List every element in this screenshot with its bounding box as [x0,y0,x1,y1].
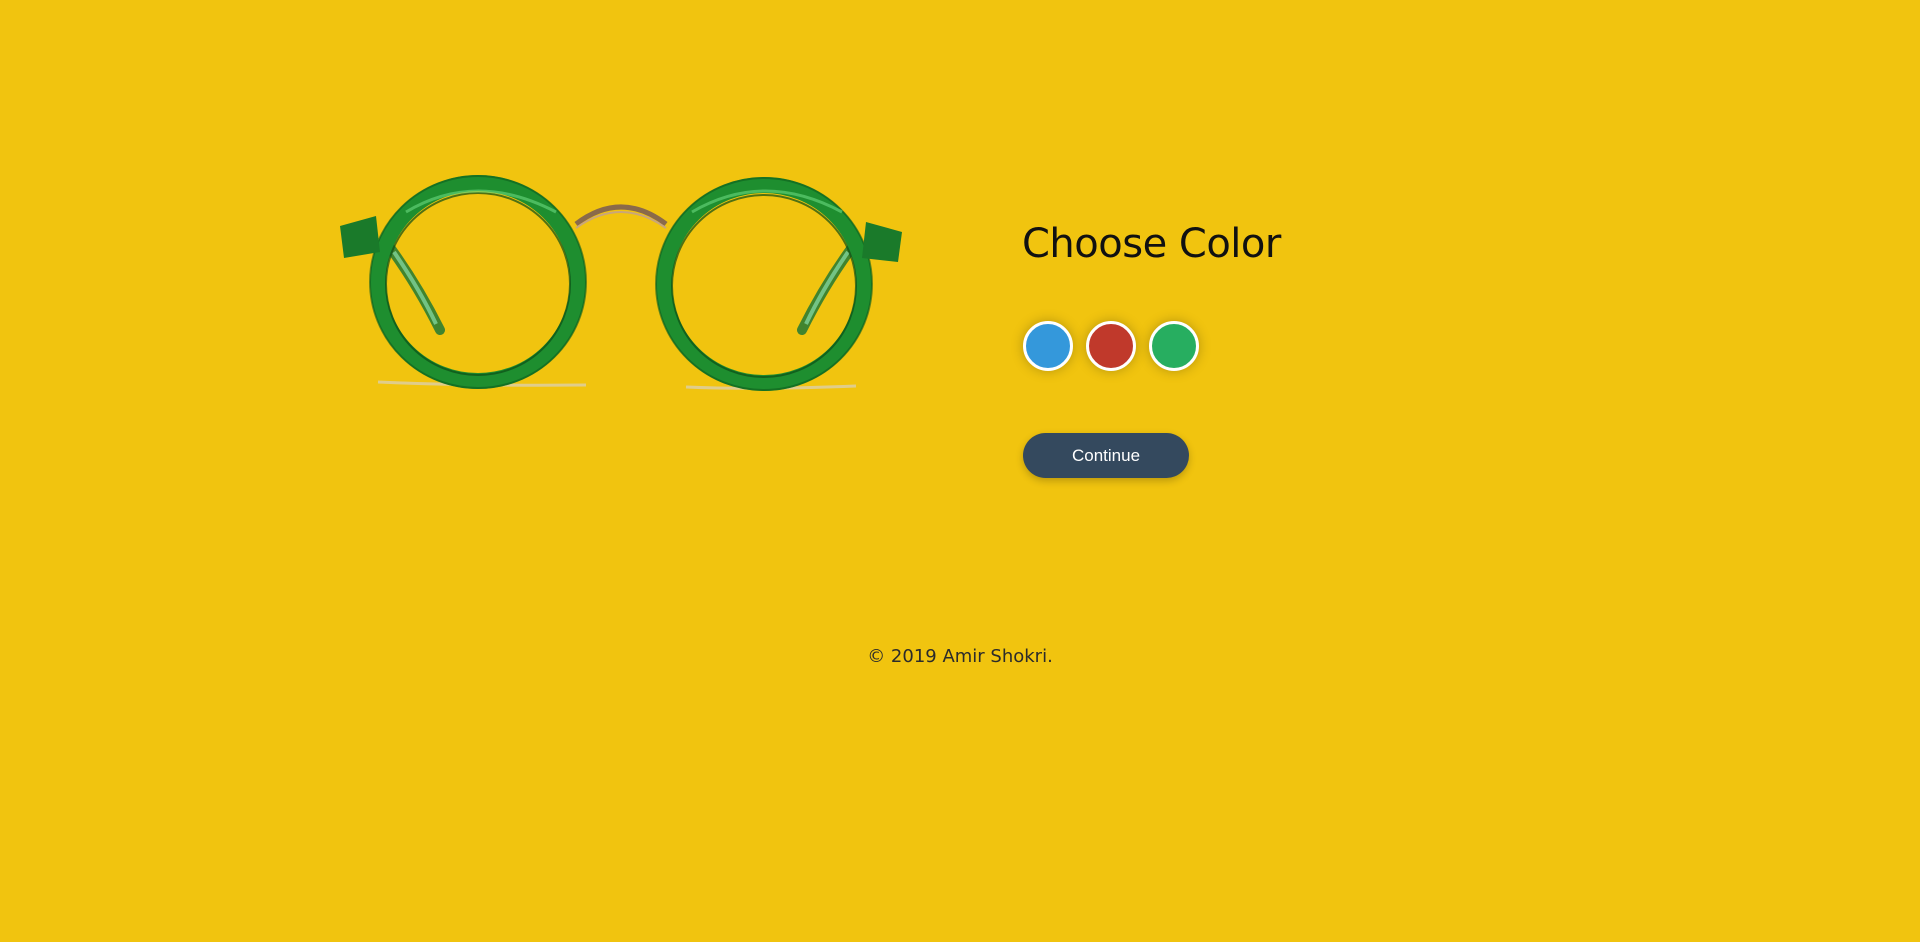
glasses-product-image [336,172,906,398]
continue-button[interactable]: Continue [1023,433,1189,478]
swatch-green[interactable] [1149,321,1199,371]
page-title: Choose Color [1022,221,1281,267]
color-swatches [1022,321,1281,371]
swatch-red[interactable] [1086,321,1136,371]
footer-copyright: © 2019 Amir Shokri. [867,646,1053,667]
swatch-blue[interactable] [1023,321,1073,371]
color-chooser-panel: Choose Color Continue [1022,218,1281,478]
glasses-illustration [340,175,902,391]
